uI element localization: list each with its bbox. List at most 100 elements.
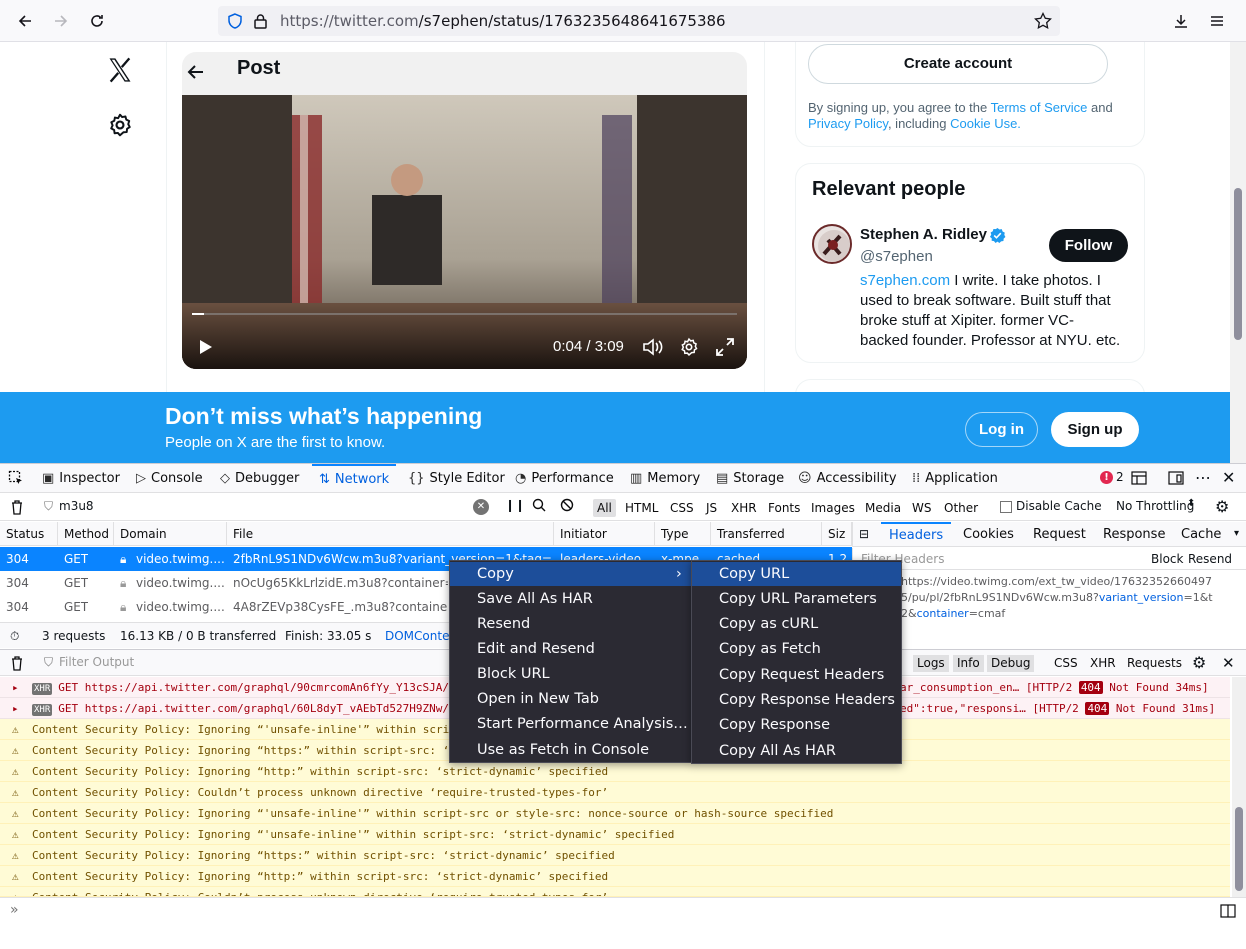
close-devtools-icon[interactable]: ✕ — [1222, 468, 1235, 487]
disable-cache-checkbox[interactable] — [1000, 501, 1012, 513]
console-settings-icon[interactable]: ⚙ — [1192, 653, 1206, 672]
type-xhr[interactable]: XHR — [727, 499, 761, 517]
menu-item-fetch-console[interactable]: Use as Fetch in Console — [450, 738, 691, 762]
tab-network[interactable]: ⇅ Network — [312, 464, 397, 493]
tab-cache[interactable]: Cache — [1181, 522, 1221, 547]
menu-item-copy-url[interactable]: Copy URL — [692, 562, 901, 586]
menu-item-copy-response[interactable]: Copy Response — [692, 713, 901, 737]
settings-gear-icon[interactable] — [107, 112, 133, 142]
more-tabs-chevron-icon[interactable]: ▾ — [1234, 528, 1239, 539]
menu-item-copy-url-params[interactable]: Copy URL Parameters — [692, 587, 901, 611]
reload-icon[interactable] — [83, 8, 111, 34]
bookmark-star-icon[interactable] — [1034, 11, 1052, 34]
type-media[interactable]: Media — [861, 499, 905, 517]
responsive-mode-icon[interactable] — [1168, 471, 1184, 489]
menu-item-copy-all-har[interactable]: Copy All As HAR — [692, 739, 901, 763]
tab-headers[interactable]: Headers — [881, 522, 952, 547]
console-message[interactable]: ⚠ Content Security Policy: Ignoring “http… — [0, 845, 1230, 866]
error-icon[interactable]: ! — [1100, 471, 1113, 484]
signup-button[interactable]: Sign up — [1051, 412, 1139, 447]
type-ws[interactable]: WS — [908, 499, 935, 517]
tab-storage[interactable]: ▤ Storage — [716, 464, 784, 493]
fullscreen-icon[interactable] — [715, 337, 735, 361]
block-button[interactable]: Block — [1151, 552, 1183, 566]
volume-icon[interactable] — [642, 338, 664, 360]
tab-performance[interactable]: ◔ Performance — [515, 464, 614, 493]
col-file[interactable]: File — [227, 522, 554, 546]
menu-item-edit-resend[interactable]: Edit and Resend — [450, 637, 691, 661]
tab-console[interactable]: ▷ Console — [136, 464, 203, 493]
console-message[interactable]: ⚠ Content Security Policy: Couldn’t proce… — [0, 782, 1230, 803]
downloads-icon[interactable] — [1167, 8, 1195, 34]
console-scrollbar[interactable] — [1232, 677, 1246, 897]
tab-cookies[interactable]: Cookies — [963, 522, 1014, 547]
bio-link[interactable]: s7ephen.com — [860, 272, 950, 289]
url-text[interactable]: https://twitter.com/s7ephen/status/17632… — [280, 12, 726, 30]
privacy-link[interactable]: Privacy Policy — [808, 116, 888, 131]
resend-button[interactable]: Resend — [1188, 552, 1232, 566]
tab-style-editor[interactable]: {} Style Editor — [408, 464, 505, 493]
col-size[interactable]: Siz — [822, 522, 852, 546]
network-settings-icon[interactable]: ⚙ — [1215, 497, 1229, 516]
toggle-sidebar-icon[interactable]: ⊟ — [859, 527, 869, 541]
disable-cache-label[interactable]: Disable Cache — [1016, 499, 1102, 513]
filter-output-input[interactable]: Filter Output — [59, 655, 134, 669]
tab-response[interactable]: Response — [1103, 522, 1165, 547]
tab-accessibility[interactable]: ☺ Accessibility — [798, 464, 897, 493]
col-transferred[interactable]: Transferred — [711, 522, 822, 546]
level-logs[interactable]: Logs — [913, 655, 949, 672]
video-player[interactable]: 0:04 / 3:09 — [182, 95, 747, 369]
message-url[interactable]: https://api.twitter.com/graphql/90cmrcom… — [85, 681, 449, 694]
throttling-chevron-icon[interactable]: ⬍ — [1187, 498, 1195, 509]
split-console-icon[interactable] — [1131, 471, 1147, 489]
element-picker-icon[interactable] — [8, 470, 24, 490]
menu-item-copy[interactable]: Copy › — [450, 562, 691, 586]
block-icon[interactable] — [560, 498, 574, 516]
console-message[interactable]: ⚠ Content Security Policy: Ignoring “http… — [0, 761, 1230, 782]
console-input[interactable]: » — [0, 897, 1246, 925]
col-method[interactable]: Method — [58, 522, 114, 546]
tab-request[interactable]: Request — [1033, 522, 1086, 547]
category-css[interactable]: CSS — [1050, 655, 1082, 672]
person-name[interactable]: Stephen A. Ridley — [860, 226, 987, 243]
lock-icon[interactable] — [254, 13, 267, 33]
editor-mode-icon[interactable] — [1220, 904, 1236, 922]
video-settings-icon[interactable] — [679, 337, 699, 361]
menu-item-copy-request-headers[interactable]: Copy Request Headers — [692, 663, 901, 687]
col-status[interactable]: Status — [0, 522, 58, 546]
menu-item-resend[interactable]: Resend — [450, 612, 691, 636]
clear-filter-icon[interactable]: ✕ — [473, 499, 489, 515]
error-count[interactable]: 2 — [1116, 470, 1124, 484]
console-scrollbar-thumb[interactable] — [1235, 807, 1243, 891]
menu-item-copy-fetch[interactable]: Copy as Fetch — [692, 637, 901, 661]
category-requests[interactable]: Requests — [1123, 655, 1186, 672]
page-scrollbar-thumb[interactable] — [1234, 188, 1242, 340]
console-message[interactable]: ⚠ Content Security Policy: Couldn’t proce… — [0, 887, 1230, 897]
pause-icon[interactable]: ❙❙ — [505, 498, 525, 512]
login-button[interactable]: Log in — [965, 412, 1038, 447]
type-fonts[interactable]: Fonts — [764, 499, 804, 517]
col-domain[interactable]: Domain — [114, 522, 227, 546]
filter-urls-input[interactable]: m3u8 — [59, 499, 94, 513]
clear-requests-icon[interactable] — [10, 499, 24, 519]
back-arrow-icon[interactable] — [186, 62, 206, 86]
shield-icon[interactable] — [228, 13, 242, 33]
menu-item-open-new-tab[interactable]: Open in New Tab — [450, 687, 691, 711]
close-console-icon[interactable]: ✕ — [1222, 654, 1235, 672]
x-logo-icon[interactable] — [106, 56, 134, 88]
menu-item-performance-analysis[interactable]: Start Performance Analysis… — [450, 712, 691, 736]
url-bar[interactable]: https://twitter.com/s7ephen/status/17632… — [218, 6, 1060, 36]
avatar[interactable] — [812, 224, 852, 264]
col-initiator[interactable]: Initiator — [554, 522, 655, 546]
menu-hamburger-icon[interactable] — [1203, 8, 1231, 34]
tab-debugger[interactable]: ◇ Debugger — [220, 464, 299, 493]
console-message[interactable]: ⚠ Content Security Policy: Ignoring “http… — [0, 866, 1230, 887]
throttling-select[interactable]: No Throttling — [1116, 499, 1194, 513]
tab-inspector[interactable]: ▣ Inspector — [42, 464, 120, 493]
search-icon[interactable] — [532, 498, 546, 516]
type-images[interactable]: Images — [807, 499, 859, 517]
menu-item-save-har[interactable]: Save All As HAR — [450, 587, 691, 611]
cookie-link[interactable]: Cookie Use. — [950, 116, 1021, 131]
expand-arrow-icon[interactable]: ▸ — [12, 677, 19, 697]
menu-item-block-url[interactable]: Block URL — [450, 662, 691, 686]
